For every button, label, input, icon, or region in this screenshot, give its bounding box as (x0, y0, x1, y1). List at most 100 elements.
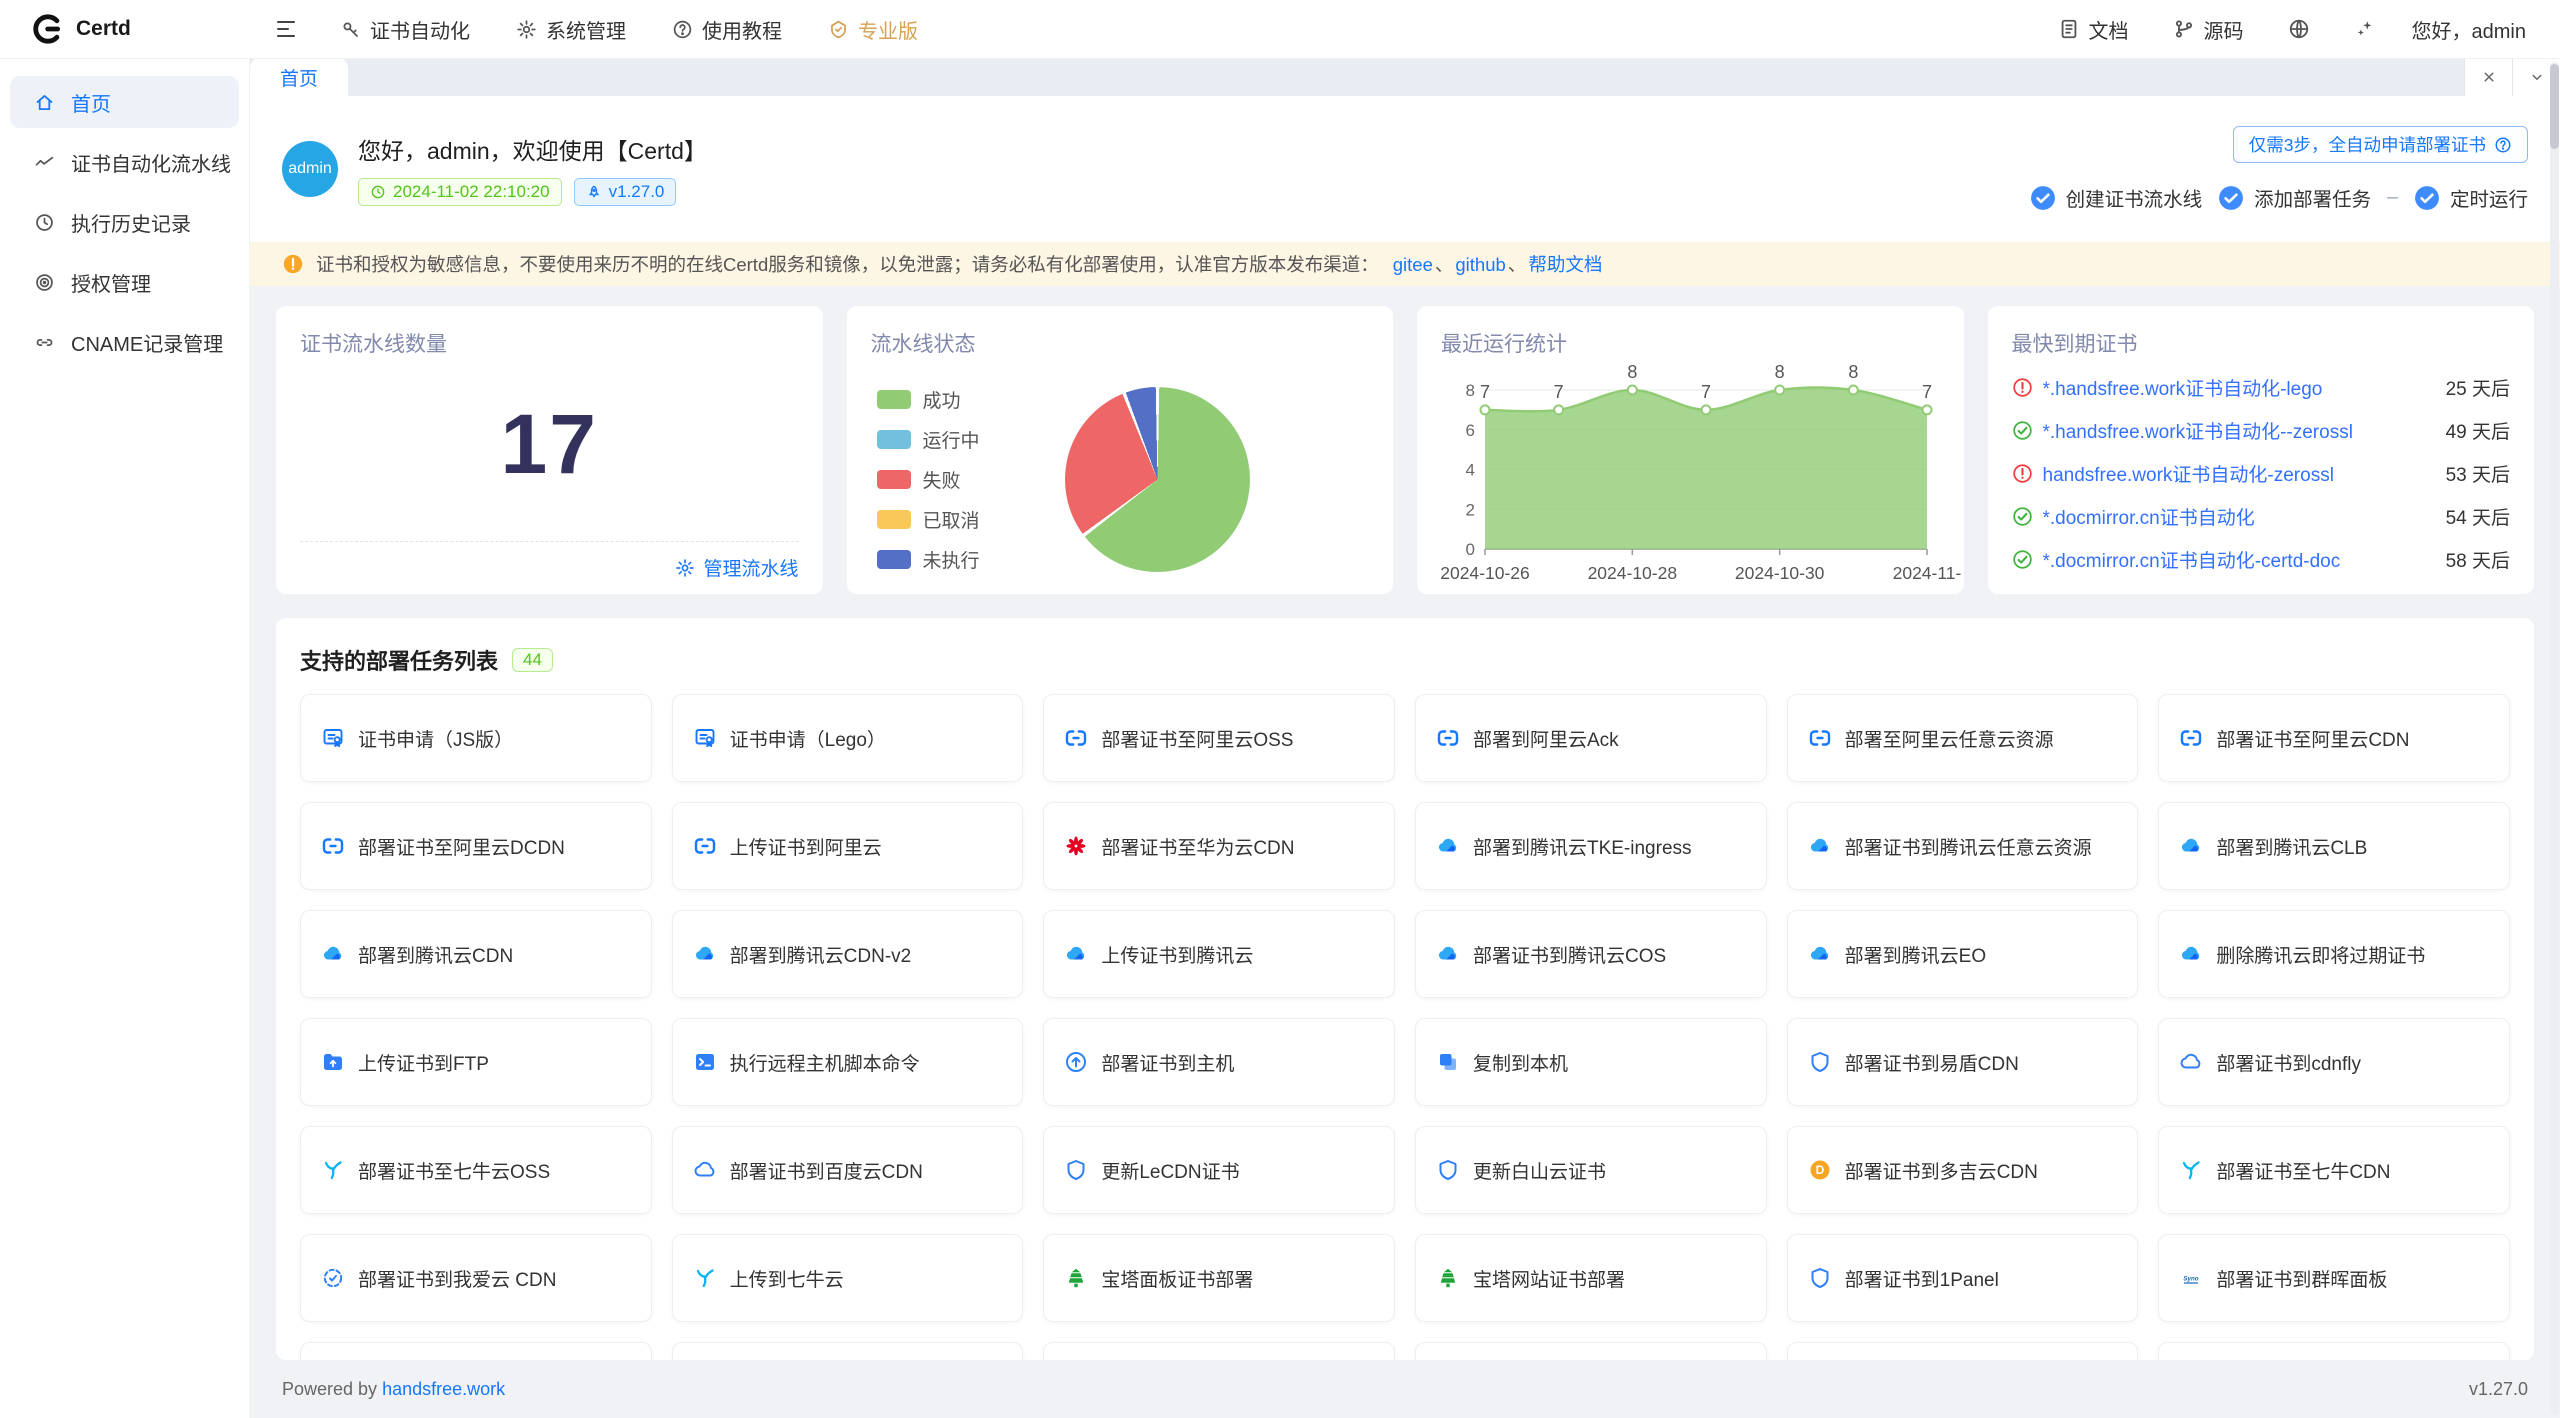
pipeline-count: 17 (300, 396, 799, 493)
task-item[interactable]: 部署证书到腾讯云任意云资源 (1787, 802, 2139, 890)
sidebar-item-run-history[interactable]: 执行历史记录 (10, 196, 239, 248)
tencent-icon (693, 942, 717, 966)
collapse-icon[interactable] (274, 17, 298, 41)
nav-item-theme[interactable] (2354, 18, 2376, 40)
task-item[interactable]: 上传到七牛云 (672, 1234, 1024, 1322)
user-greeting[interactable]: 您好，admin (2412, 15, 2526, 44)
scrollbar-thumb[interactable] (2550, 64, 2559, 149)
task-item[interactable]: 部署证书到我爱云 CDN (300, 1234, 652, 1322)
question-circle-icon (2494, 136, 2512, 154)
quick-step-3[interactable]: 定时运行 (2414, 183, 2528, 212)
task-item[interactable] (300, 1342, 652, 1360)
task-item[interactable]: 部署证书到1Panel (1787, 1234, 2139, 1322)
task-item[interactable]: 证书申请（JS版） (300, 694, 652, 782)
task-item[interactable]: 部署证书到cdnfly (2158, 1018, 2510, 1106)
task-item[interactable]: 部署证书至七牛CDN (2158, 1126, 2510, 1214)
cloud-icon (2179, 1050, 2203, 1074)
task-item[interactable] (1043, 1342, 1395, 1360)
nav-item-source-code[interactable]: 源码 (2173, 15, 2244, 44)
task-item[interactable]: 更新LeCDN证书 (1043, 1126, 1395, 1214)
legend-item[interactable]: 失败 (877, 466, 980, 493)
quick-guide-button[interactable]: 仅需3步，全自动申请部署证书 (2233, 126, 2528, 163)
cert-name-link[interactable]: *.docmirror.cn证书自动化-certd-doc (2043, 546, 2424, 573)
task-item[interactable]: 部署到腾讯云CDN (300, 910, 652, 998)
task-item[interactable]: 部署证书至阿里云DCDN (300, 802, 652, 890)
nav-item-docs[interactable]: 文档 (2058, 15, 2129, 44)
task-item[interactable]: 执行远程主机脚本命令 (672, 1018, 1024, 1106)
badges: 2024-11-02 22:10:20 v1.27.0 (358, 178, 707, 206)
legend-item[interactable]: 已取消 (877, 506, 980, 533)
nav-item-language[interactable] (2288, 18, 2310, 40)
nav-item-tutorial[interactable]: 使用教程 (672, 15, 782, 44)
task-item[interactable]: 上传证书到FTP (300, 1018, 652, 1106)
sidebar-item-cert-pipelines[interactable]: 证书自动化流水线 (10, 136, 239, 188)
notice-link-3[interactable]: 帮助文档 (1528, 254, 1602, 275)
scrollbar[interactable] (2550, 62, 2559, 1414)
task-item[interactable]: 部署到腾讯云TKE-ingress (1415, 802, 1767, 890)
notice-link-2[interactable]: github (1455, 254, 1505, 275)
doc-icon (2058, 18, 2080, 40)
task-item[interactable] (1415, 1342, 1767, 1360)
nav-item-pro-edition[interactable]: 专业版 (828, 15, 918, 44)
legend-item[interactable]: 成功 (877, 386, 980, 413)
task-item[interactable]: 部署到腾讯云CLB (2158, 802, 2510, 890)
quick-step-1[interactable]: 创建证书流水线 (2030, 183, 2203, 212)
nav-item-system-management[interactable]: 系统管理 (516, 15, 626, 44)
cert-name-link[interactable]: *.handsfree.work证书自动化--zerossl (2043, 417, 2424, 444)
cloud-icon (693, 1158, 717, 1182)
task-grid: 证书申请（JS版）证书申请（Lego）部署证书至阿里云OSS部署到阿里云Ack部… (300, 694, 2510, 1360)
expiring-cert-row: *.handsfree.work证书自动化--zerossl49 天后 (2012, 417, 2511, 444)
sidebar-item-home[interactable]: 首页 (10, 76, 239, 128)
sidebar-item-cname-records[interactable]: CNAME记录管理 (10, 316, 239, 368)
tab-home[interactable]: 首页 (250, 58, 348, 96)
close-tab-button[interactable] (2464, 58, 2512, 96)
notice-separator: 、 (1508, 254, 1527, 275)
legend-swatch (877, 510, 911, 529)
nav-item-cert-automation[interactable]: 证书自动化 (340, 15, 470, 44)
task-item[interactable]: 部署证书至华为云CDN (1043, 802, 1395, 890)
task-item[interactable]: 更新白山云证书 (1415, 1126, 1767, 1214)
task-item[interactable] (672, 1342, 1024, 1360)
task-item[interactable]: 上传证书到腾讯云 (1043, 910, 1395, 998)
task-item[interactable]: 部署证书至七牛云OSS (300, 1126, 652, 1214)
sidebar-item-auth-management[interactable]: 授权管理 (10, 256, 239, 308)
legend-item[interactable]: 未执行 (877, 546, 980, 573)
manage-pipelines-link[interactable]: 管理流水线 (675, 554, 798, 581)
task-item[interactable]: 复制到本机 (1415, 1018, 1767, 1106)
task-item-label: 宝塔面板证书部署 (1101, 1265, 1253, 1292)
ok-status-icon (2012, 506, 2033, 527)
task-item[interactable]: 部署到腾讯云EO (1787, 910, 2139, 998)
check-circle-icon (2218, 185, 2244, 211)
task-item[interactable]: 宝塔面板证书部署 (1043, 1234, 1395, 1322)
task-item[interactable]: 证书申请（Lego） (672, 694, 1024, 782)
task-item[interactable]: 部署证书至阿里云OSS (1043, 694, 1395, 782)
cert-name-link[interactable]: *.handsfree.work证书自动化-lego (2043, 374, 2424, 401)
notice-links: gitee、github、帮助文档 (1391, 251, 1605, 277)
aliyun-icon (321, 834, 345, 858)
task-item[interactable]: 上传证书到阿里云 (672, 802, 1024, 890)
legend-item[interactable]: 运行中 (877, 426, 980, 453)
task-item[interactable]: 部署证书到易盾CDN (1787, 1018, 2139, 1106)
task-item[interactable] (1787, 1342, 2139, 1360)
cert-name-link[interactable]: handsfree.work证书自动化-zerossl (2043, 460, 2424, 487)
handsfree-link[interactable]: handsfree.work (382, 1379, 505, 1399)
notice-link-1[interactable]: gitee (1393, 254, 1433, 275)
task-item[interactable]: 宝塔网站证书部署 (1415, 1234, 1767, 1322)
task-item[interactable]: D部署证书到多吉云CDN (1787, 1126, 2139, 1214)
task-item[interactable]: 部署证书到主机 (1043, 1018, 1395, 1106)
task-item[interactable]: 部署证书到百度云CDN (672, 1126, 1024, 1214)
brand: Certd (0, 12, 250, 46)
task-item[interactable]: 部署到阿里云Ack (1415, 694, 1767, 782)
cert-name-link[interactable]: *.docmirror.cn证书自动化 (2043, 503, 2424, 530)
task-item[interactable]: 部署证书至阿里云CDN (2158, 694, 2510, 782)
task-item[interactable]: 部署至阿里云任意云资源 (1787, 694, 2139, 782)
task-item[interactable]: 部署到腾讯云CDN-v2 (672, 910, 1024, 998)
pipeline-status-card: 流水线状态 成功运行中失败已取消未执行 (847, 306, 1394, 594)
task-item[interactable]: Syno部署证书到群晖面板 (2158, 1234, 2510, 1322)
task-item[interactable]: 删除腾讯云即将过期证书 (2158, 910, 2510, 998)
quick-step-2[interactable]: 添加部署任务 (2218, 183, 2371, 212)
svg-text:8: 8 (1627, 362, 1637, 382)
task-item[interactable]: 部署证书到腾讯云COS (1415, 910, 1767, 998)
task-item[interactable] (2158, 1342, 2510, 1360)
sidebar-item-label: 授权管理 (71, 268, 151, 297)
